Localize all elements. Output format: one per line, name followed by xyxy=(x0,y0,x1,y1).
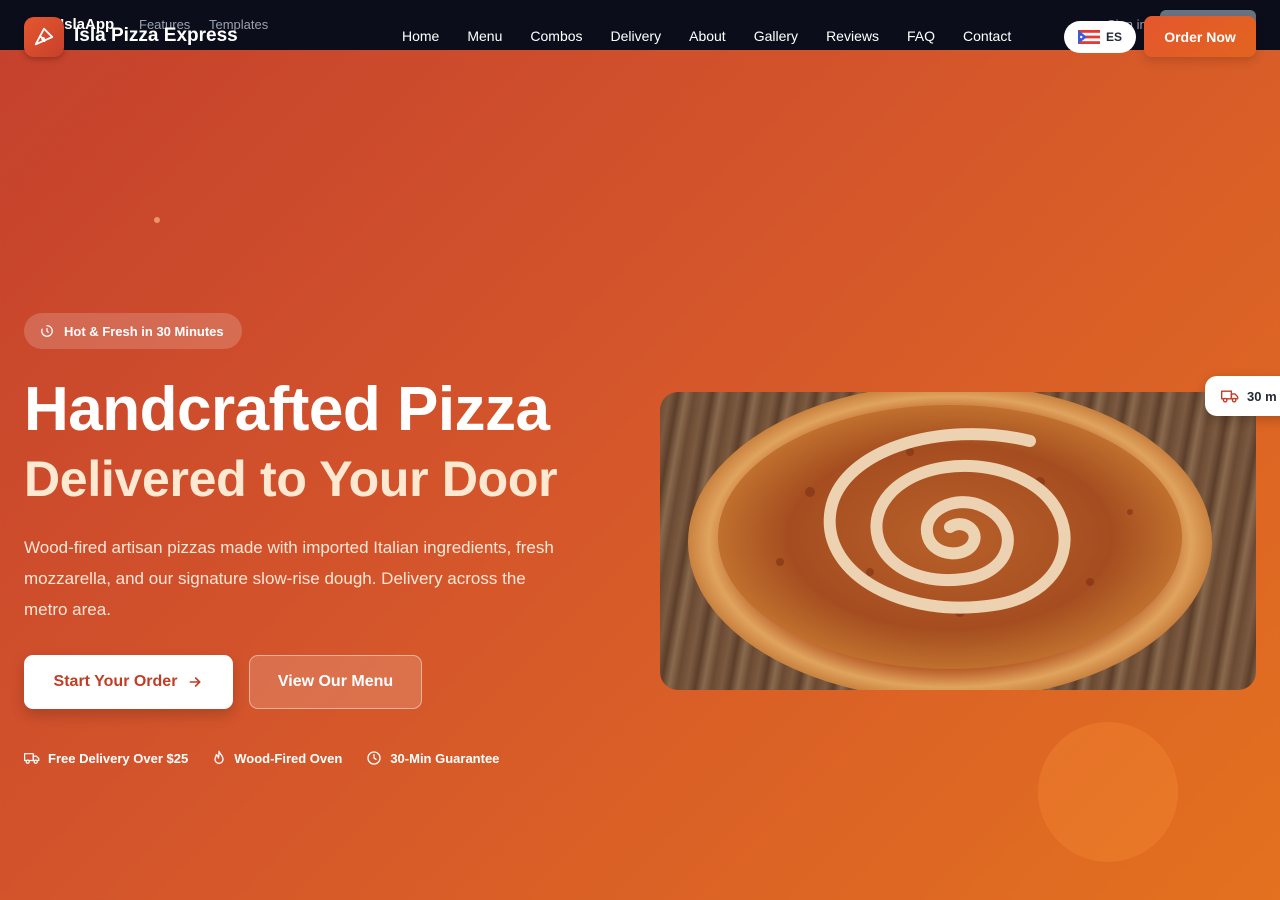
brand-name: Isla Pizza Express xyxy=(74,25,238,46)
feature-free-delivery: Free Delivery Over $25 xyxy=(24,750,188,766)
nav-link-menu[interactable]: Menu xyxy=(467,28,502,44)
pizza-slice-icon xyxy=(24,17,64,57)
hero-description: Wood-fired artisan pizzas made with impo… xyxy=(24,538,554,619)
feature-label: 30-Min Guarantee xyxy=(390,750,500,766)
hero-title: Handcrafted Pizza xyxy=(24,375,550,444)
nav-link-delivery[interactable]: Delivery xyxy=(611,28,662,44)
flame-icon xyxy=(214,750,224,764)
puerto-rico-flag-icon xyxy=(1077,30,1100,44)
view-menu-button[interactable]: View Our Menu xyxy=(249,655,422,709)
arrow-right-icon xyxy=(189,677,201,687)
timer-icon xyxy=(41,325,53,337)
feature-wood-fired: Wood-Fired Oven xyxy=(212,750,342,766)
delivery-time-chip: 30 m xyxy=(1205,376,1280,416)
language-toggle-button[interactable]: ES xyxy=(1064,21,1136,53)
nav-link-about[interactable]: About xyxy=(689,28,726,44)
nav-link-contact[interactable]: Contact xyxy=(963,28,1011,44)
start-order-button[interactable]: Start Your Order xyxy=(24,655,233,709)
nav-link-gallery[interactable]: Gallery xyxy=(754,28,798,44)
truck-icon xyxy=(1221,390,1239,403)
start-order-label: Start Your Order xyxy=(53,673,178,690)
nav-links: Home Menu Combos Delivery About Gallery … xyxy=(402,28,1039,44)
truck-icon xyxy=(24,753,40,764)
hero-subtitle: Delivered to Your Door xyxy=(24,451,558,507)
delivery-chip-label: 30 m xyxy=(1247,388,1277,404)
nav-link-home[interactable]: Home xyxy=(402,28,439,44)
brand[interactable]: Isla Pizza Express xyxy=(24,17,238,57)
nav-link-faq[interactable]: FAQ xyxy=(907,28,935,44)
hero-badge-label: Hot & Fresh in 30 Minutes xyxy=(64,323,224,339)
hero-features: Free Delivery Over $25 Wood-Fired Oven 3… xyxy=(24,750,523,766)
decorative-dot xyxy=(154,217,160,223)
decorative-circle xyxy=(1038,722,1178,862)
nav-link-combos[interactable]: Combos xyxy=(530,28,582,44)
feature-30-min: 30-Min Guarantee xyxy=(366,750,499,766)
feature-label: Wood-Fired Oven xyxy=(234,750,343,766)
pizza-illustration xyxy=(688,392,1212,690)
language-label: ES xyxy=(1105,30,1122,44)
hero-pizza-image xyxy=(660,392,1256,690)
feature-label: Free Delivery Over $25 xyxy=(48,750,189,766)
order-now-button[interactable]: Order Now xyxy=(1144,16,1256,57)
nav-link-reviews[interactable]: Reviews xyxy=(826,28,879,44)
site-nav: Isla Pizza Express Home Menu Combos Deli… xyxy=(0,0,1280,72)
hero-badge: Hot & Fresh in 30 Minutes xyxy=(24,313,242,349)
clock-icon xyxy=(367,751,381,765)
